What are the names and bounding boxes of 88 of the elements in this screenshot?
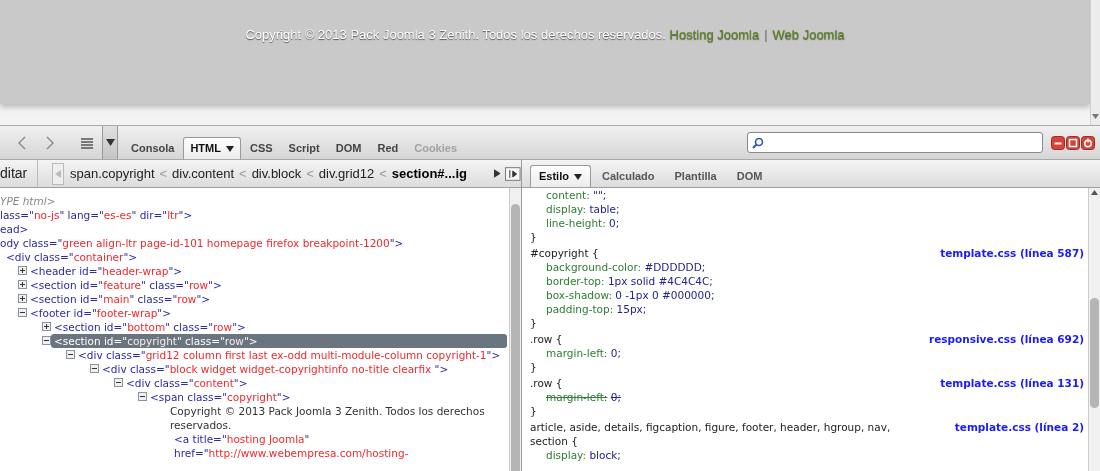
closing-brace: } (530, 404, 538, 418)
breadcrumb-link[interactable]: span.copyright (69, 163, 155, 184)
collapse-icon[interactable] (114, 378, 123, 387)
css-declaration[interactable]: border-top: 1px solid #4C4C4C; (530, 274, 1084, 288)
breadcrumb-separator: < (306, 164, 314, 183)
panel-tab[interactable]: Red (370, 137, 406, 159)
source-link[interactable]: responsive.css (línea 692) (929, 332, 1084, 346)
scrollbar[interactable] (509, 188, 521, 471)
panel-tab[interactable]: Calculado (592, 165, 664, 187)
search-icon (752, 136, 764, 149)
css-declaration[interactable]: display: block; (530, 448, 1084, 462)
css-declaration[interactable]: content: ""; (530, 188, 1084, 202)
html-element-line[interactable]: <div class="block widget widget-copyrightinfo no-title clearfix "> (102, 362, 507, 376)
collapse-icon[interactable] (66, 350, 75, 359)
node-text: Copyright © 2013 Pack Joomla 3 Zenith. Todos los derechos reservados. (170, 404, 486, 432)
css-declaration[interactable]: box-shadow: 0 -1px 0 #000000; (530, 288, 1084, 302)
source-link[interactable]: template.css (línea 2) (954, 420, 1084, 448)
breadcrumb-separator: < (239, 164, 247, 183)
css-declaration[interactable]: line-height: 0; (530, 216, 1084, 230)
left-arrow-icon (55, 169, 62, 178)
breadcrumb-link[interactable]: section#...ig (391, 163, 467, 184)
panel-tab[interactable]: CSS (242, 137, 280, 159)
page-scrollbar[interactable] (1090, 0, 1100, 125)
caret-icon (105, 139, 115, 146)
back-icon[interactable] (16, 135, 28, 150)
closing-brace: } (530, 360, 538, 374)
scroll-down-icon[interactable] (1091, 112, 1100, 121)
html-element-line[interactable]: ody class="green align-ltr page-id-101 homepage firefox breakpoint-1200"> (0, 236, 507, 250)
css-selector: .row { (530, 376, 564, 390)
panel-tab[interactable]: DOM (328, 137, 369, 159)
search-field[interactable] (747, 132, 1043, 153)
dropdown-button[interactable] (102, 126, 118, 159)
panel-toggle-icon[interactable] (505, 166, 521, 181)
collapse-icon[interactable] (18, 308, 27, 317)
panel-tab[interactable]: Consola (124, 137, 182, 159)
panel-tab[interactable]: DOM (727, 165, 772, 187)
panel-tab[interactable]: HTML (183, 137, 241, 159)
menu-icon[interactable] (80, 136, 94, 149)
forward-icon[interactable] (44, 135, 56, 150)
css-selector: .row { (530, 332, 564, 346)
collapse-icon[interactable] (42, 336, 51, 345)
css-selector: #copyright { (530, 246, 600, 260)
breadcrumb-link[interactable]: div.grid12 (318, 163, 375, 184)
closing-brace: } (530, 316, 538, 330)
html-element-line[interactable]: <div class="grid12 column first last ex-odd multi-module-column copyright-1"> (78, 348, 507, 362)
right-arrow-icon[interactable] (493, 169, 501, 178)
edit-button[interactable]: ditar (0, 160, 39, 187)
expand-icon[interactable] (18, 266, 27, 275)
expand-icon[interactable] (42, 322, 51, 331)
source-link[interactable]: template.css (línea 587) (940, 246, 1084, 260)
html-element-line[interactable]: <section id="main" class="row"> (30, 292, 507, 306)
restore-button[interactable] (1066, 135, 1080, 150)
collapse-icon[interactable] (90, 364, 99, 373)
collapse-icon[interactable] (138, 392, 147, 401)
scrollbar-thumb[interactable] (511, 204, 520, 471)
panel-tab[interactable]: Script (281, 137, 327, 159)
breadcrumb-link[interactable]: div.block (251, 163, 302, 184)
html-element-line[interactable]: <span class="copyright"> (150, 390, 507, 404)
html-element-line[interactable]: <section id="feature" class="row"> (30, 278, 507, 292)
css-declaration[interactable]: margin-left: 0; (530, 346, 1084, 360)
minimize-button[interactable] (1051, 135, 1065, 150)
html-element-line[interactable]: ead> (0, 222, 507, 236)
html-element-line[interactable]: <div class="content"> (126, 376, 507, 390)
html-element-line[interactable]: <section id="bottom" class="row"> (54, 320, 507, 334)
source-link[interactable]: template.css (línea 131) (940, 376, 1084, 390)
scrollbar-thumb[interactable] (1090, 298, 1099, 408)
css-declaration[interactable]: display: table; (530, 202, 1084, 216)
doctype-line: YPE html> (0, 194, 57, 208)
panel-tab[interactable]: Estilo (530, 165, 591, 187)
css-declaration[interactable]: background-color: #DDDDDD; (530, 260, 1084, 274)
scrollbar[interactable] (1088, 188, 1100, 471)
css-declaration[interactable]: padding-top: 15px; (530, 302, 1084, 316)
css-selector: article, aside, details, figcaption, figure, footer, header, hgroup, nav, section { (530, 420, 892, 448)
html-element-line[interactable]: lass="no-js" lang="es-es" dir="ltr"> (0, 208, 507, 222)
close-button[interactable] (1081, 135, 1095, 150)
expand-icon[interactable] (18, 280, 27, 289)
copyright-text: Copyright © 2013 Pack Joomla 3 Zenith. Todos los derechos reservados. Hosting Joomla | Web Joomla (245, 26, 845, 44)
panel-tab[interactable]: Plantilla (665, 165, 726, 187)
expand-icon[interactable] (18, 294, 27, 303)
breadcrumb-separator: < (379, 164, 387, 183)
html-element-line[interactable]: <div class="container"> (6, 250, 507, 264)
breadcrumb-link[interactable]: div.content (172, 163, 235, 184)
closing-brace: } (530, 230, 538, 244)
html-element-line[interactable]: <header id="header-wrap"> (30, 264, 507, 278)
html-element-line[interactable]: <a title="hosting Joomla" href="http://www.webempresa.com/hosting- (174, 432, 507, 460)
breadcrumb-separator: < (159, 164, 168, 183)
html-element-line[interactable]: <footer id="footer-wrap"> (30, 306, 507, 320)
css-declaration[interactable]: margin-left: 0; (530, 390, 1084, 404)
